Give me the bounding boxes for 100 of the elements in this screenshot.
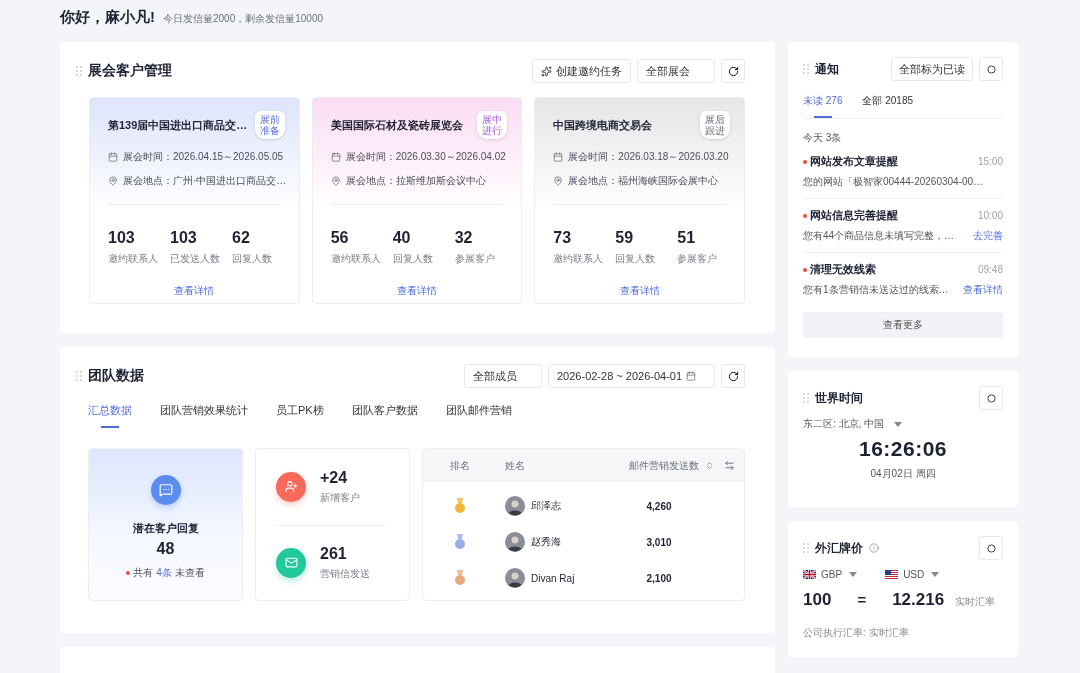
notification-title[interactable]: 网站发布文章提醒: [810, 154, 898, 169]
exhibition-time: 展会时间：2026.03.18～2026.03.20: [568, 150, 729, 164]
view-more-button[interactable]: 查看更多: [803, 312, 1003, 338]
exhibition-place: 展会地点：广州·中国进出口商品交…: [123, 174, 287, 188]
count-cell: 4,260: [646, 500, 672, 512]
exhibition-time: 展会时间：2026.04.15～2026.05.05: [123, 150, 284, 164]
count-cell: 3,010: [646, 536, 672, 548]
team-tab[interactable]: 汇总数据: [88, 403, 132, 428]
summary-title: 潜在客户回复: [132, 521, 199, 536]
group-label: 今天 3条: [803, 132, 842, 143]
calendar-icon: [108, 152, 118, 162]
stat-value: 103: [108, 229, 136, 247]
stat-label: 邀约联系人: [553, 252, 605, 266]
avatar-icon: [505, 568, 525, 588]
clock-date: 04月02日 周四: [870, 467, 936, 481]
notification-tab[interactable]: 全部 20185: [862, 94, 914, 118]
caret-icon: [894, 421, 903, 427]
refresh-button[interactable]: [979, 386, 1003, 410]
drag-handle-icon[interactable]: [76, 65, 82, 77]
stage-badge: 展前准备: [254, 111, 285, 139]
sparkle-icon: [541, 65, 552, 77]
uk-flag-icon: [803, 570, 816, 579]
location-icon: [108, 176, 118, 186]
notification-time: 15:00: [977, 156, 1003, 167]
stat-label: 邀约联系人: [108, 252, 159, 266]
notification-text: 您有44个商品信息未填写完整，…: [803, 229, 955, 243]
stat-value: +24: [320, 468, 348, 487]
stat-label: 参展客户: [454, 252, 496, 266]
panel-title: 世界时间: [815, 389, 864, 407]
avatar-icon: [505, 496, 525, 516]
rate-footer: 公司执行汇率: 实时汇率: [803, 627, 909, 638]
notification-link[interactable]: 查看详情: [963, 283, 1003, 297]
timezone-dropdown[interactable]: 东二区: 北京, 中国: [803, 417, 885, 431]
name-cell: 赵秀海: [531, 535, 561, 549]
stage-badge: 展中进行: [477, 111, 508, 139]
mail-icon: [284, 556, 298, 570]
exhibition-name: 第139届中国进出口商品交…: [108, 117, 248, 133]
notification-title[interactable]: 网站信息完善提醒: [810, 208, 898, 223]
exhibition-name: 美国国际石材及瓷砖展览会: [330, 117, 463, 133]
drag-handle-icon[interactable]: [803, 63, 809, 75]
refresh-button[interactable]: [979, 536, 1003, 560]
avatar-icon: [505, 532, 525, 552]
panel-title: 外汇牌价: [815, 539, 863, 557]
date-range-field[interactable]: 2026-02-28 ~ 2026-04-01: [548, 364, 715, 388]
exhibition-name: 中国跨境电商交易会: [553, 117, 653, 133]
us-flag-icon: [885, 570, 899, 579]
team-tab[interactable]: 员工PK榜: [276, 403, 324, 428]
from-currency[interactable]: GBP: [821, 569, 843, 580]
team-tab[interactable]: 团队客户数据: [351, 403, 418, 428]
location-icon: [330, 176, 341, 186]
stat-value: 103: [170, 229, 198, 247]
greeting-subtitle: 今日发信量2000，剩余发信量10000: [163, 12, 324, 26]
panel-title: 团队数据: [88, 367, 145, 385]
notification-text: 您的网站「极智家00444-20260304-00…: [803, 175, 984, 189]
notification-text: 您有1条营销信未送达过的线索…: [803, 283, 949, 297]
exhibition-time: 展会时间：2026.03.30～2026.04.02: [345, 150, 506, 164]
create-task-button[interactable]: 创建邀约任务: [532, 59, 631, 83]
notification-time: 10:00: [977, 210, 1003, 221]
stat-label: 回复人数: [615, 252, 657, 266]
refresh-button[interactable]: [721, 364, 745, 388]
details-link[interactable]: 查看详情: [553, 284, 726, 298]
refresh-icon: [727, 65, 739, 77]
panel-title: 展会客户管理: [88, 62, 173, 80]
details-link[interactable]: 查看详情: [330, 284, 504, 298]
drag-handle-icon[interactable]: [803, 392, 809, 404]
notification-tab[interactable]: 未读 276: [803, 94, 843, 118]
refresh-button[interactable]: [721, 59, 745, 83]
exhibition-place: 展会地点：福州海峡国际会展中心: [568, 174, 719, 188]
panel-title: 通知: [815, 60, 840, 78]
stat-label: 参展客户: [677, 252, 719, 266]
exhibition-place: 展会地点：拉斯维加斯会议中心: [345, 174, 486, 188]
caret-icon: [849, 572, 858, 577]
info-icon: [869, 543, 879, 553]
stat-value: 40: [392, 229, 412, 247]
circle-icon: [986, 543, 996, 553]
team-tab[interactable]: 团队营销效果统计: [160, 403, 248, 428]
note-text: 未查看: [174, 566, 205, 580]
user-icon: [284, 480, 298, 494]
team-tab[interactable]: 团队邮件营销: [445, 403, 512, 428]
swap-icon[interactable]: [723, 460, 735, 471]
message-icon: [158, 483, 173, 497]
drag-handle-icon[interactable]: [76, 370, 82, 382]
stat-label: 回复人数: [392, 252, 434, 266]
equals-sign: =: [857, 591, 867, 608]
column-header[interactable]: 邮件营销发送数: [604, 458, 714, 473]
caret-icon: [931, 572, 940, 577]
member-dropdown[interactable]: 全部成员: [464, 364, 542, 388]
drag-handle-icon[interactable]: [803, 542, 809, 554]
summary-value: 48: [156, 540, 175, 558]
details-link[interactable]: 查看详情: [108, 284, 281, 298]
column-header: 排名: [449, 458, 471, 473]
notification-title[interactable]: 清理无效线索: [810, 262, 876, 277]
stage-badge: 展后跟进: [700, 111, 730, 139]
exhibition-dropdown[interactable]: 全部展会: [637, 59, 715, 83]
notification-link[interactable]: 去完善: [973, 229, 1003, 243]
to-currency[interactable]: USD: [903, 569, 925, 580]
name-cell: 邱泽志: [531, 499, 561, 513]
refresh-button[interactable]: [979, 57, 1003, 81]
mark-all-read-button[interactable]: 全部标为已读: [891, 57, 973, 81]
notification-time: 09:48: [977, 264, 1003, 275]
